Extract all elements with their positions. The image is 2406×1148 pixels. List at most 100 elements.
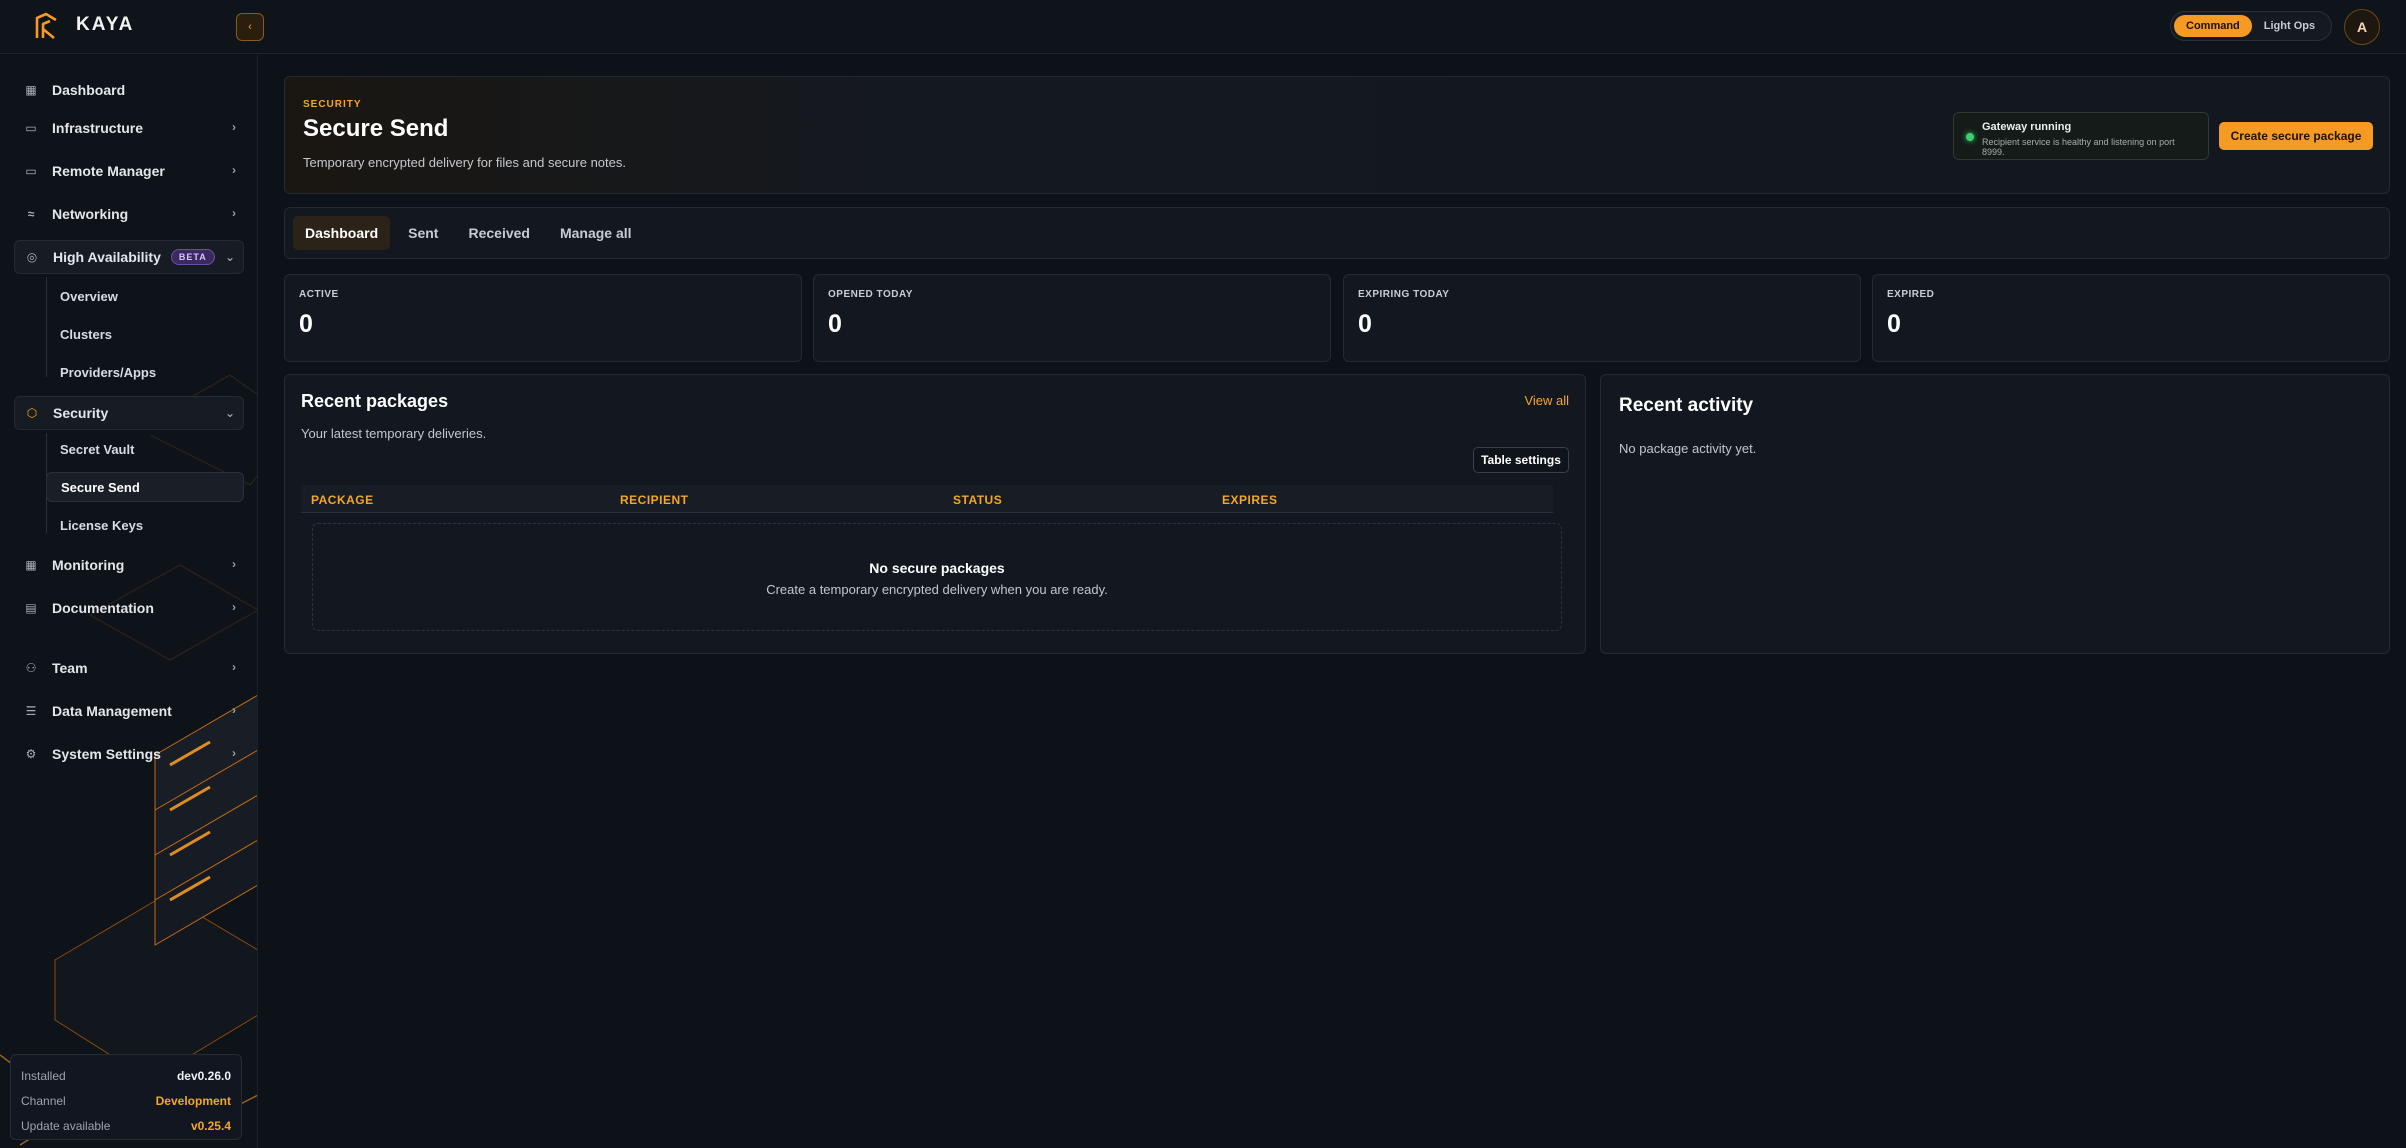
user-avatar[interactable]: A bbox=[2344, 9, 2380, 45]
sidebar-item-dashboard[interactable]: ▦ Dashboard bbox=[14, 73, 244, 107]
document-icon: ▤ bbox=[25, 601, 37, 615]
stat-label: OPENED TODAY bbox=[828, 289, 913, 300]
sidebar-item-infrastructure[interactable]: ▭ Infrastructure › bbox=[14, 111, 244, 145]
top-bar: KAYA ‹ Command Light Ops A bbox=[0, 0, 2406, 54]
stat-card-active: ACTIVE 0 bbox=[284, 274, 802, 362]
kaya-logo-icon bbox=[35, 12, 57, 40]
stat-value: 0 bbox=[828, 310, 842, 338]
shield-icon: ⬡ bbox=[26, 406, 38, 420]
tab-manage-all[interactable]: Manage all bbox=[548, 216, 644, 250]
channel-value: Development bbox=[155, 1093, 231, 1108]
stat-label: EXPIRED bbox=[1887, 289, 1935, 300]
recent-packages-panel: Recent packages View all Your latest tem… bbox=[284, 374, 1586, 654]
sidebar-item-team[interactable]: ⚇ Team › bbox=[14, 651, 244, 685]
installed-label: Installed bbox=[21, 1068, 66, 1083]
wifi-icon: ≈ bbox=[27, 207, 35, 221]
tab-dashboard[interactable]: Dashboard bbox=[293, 216, 391, 250]
mode-toggle[interactable]: Command Light Ops bbox=[2170, 11, 2332, 41]
sidebar-item-monitoring[interactable]: ▦ Monitoring › bbox=[14, 548, 244, 582]
sidebar-sub-license-keys[interactable]: License Keys bbox=[46, 510, 244, 540]
chevron-right-icon: › bbox=[232, 703, 236, 717]
sidebar: ▦ Dashboard ▭ Infrastructure › ▭ Remote … bbox=[0, 55, 258, 1148]
gateway-status-detail: Recipient service is healthy and listeni… bbox=[1982, 137, 2175, 157]
recent-activity-panel: Recent activity No package activity yet. bbox=[1600, 374, 2390, 654]
sidebar-sub-overview[interactable]: Overview bbox=[46, 281, 244, 311]
mode-light-ops-button[interactable]: Light Ops bbox=[2252, 15, 2327, 37]
sidebar-sub-secure-send[interactable]: Secure Send bbox=[46, 472, 244, 502]
sidebar-item-label: System Settings bbox=[52, 746, 161, 762]
screen-icon: ▭ bbox=[25, 164, 37, 178]
empty-state-title: No secure packages bbox=[869, 560, 1005, 576]
users-icon: ⚇ bbox=[25, 661, 37, 675]
sidebar-item-security[interactable]: ⬡ Security ⌄ bbox=[14, 396, 244, 430]
create-secure-package-button[interactable]: Create secure package bbox=[2219, 122, 2373, 150]
stat-card-expired: EXPIRED 0 bbox=[1872, 274, 2390, 362]
version-info: Installed dev0.26.0 Channel Development Up… bbox=[10, 1054, 242, 1140]
table-settings-button[interactable]: Table settings bbox=[1473, 447, 1569, 473]
sidebar-sub-providers-apps[interactable]: Providers/Apps bbox=[46, 357, 244, 387]
channel-label: Channel bbox=[21, 1093, 66, 1108]
gateway-status-title: Gateway running bbox=[1982, 121, 2072, 133]
empty-state: No secure packages Create a temporary en… bbox=[312, 523, 1562, 631]
sidebar-item-system-settings[interactable]: ⚙ System Settings › bbox=[14, 737, 244, 771]
sidebar-sub-secret-vault[interactable]: Secret Vault bbox=[46, 434, 244, 464]
dashboard-icon: ▦ bbox=[25, 558, 37, 572]
sidebar-item-label: Infrastructure bbox=[52, 120, 144, 136]
mode-command-button[interactable]: Command bbox=[2174, 15, 2252, 37]
column-header-recipient[interactable]: RECIPIENT bbox=[620, 493, 689, 507]
sidebar-item-label: High Availability bbox=[53, 249, 161, 265]
sidebar-sub-clusters[interactable]: Clusters bbox=[46, 319, 244, 349]
page-title: Secure Send bbox=[303, 115, 449, 142]
status-dot-icon bbox=[1966, 133, 1974, 141]
empty-state-message: Create a temporary encrypted delivery wh… bbox=[766, 582, 1108, 597]
sidebar-item-documentation[interactable]: ▤ Documentation › bbox=[14, 591, 244, 625]
chevron-right-icon: › bbox=[232, 746, 236, 760]
tab-bar: Dashboard Sent Received Manage all bbox=[284, 207, 2390, 259]
page-description: Temporary encrypted delivery for files a… bbox=[303, 155, 626, 170]
update-label: Update available bbox=[21, 1118, 111, 1133]
stat-card-opened-today: OPENED TODAY 0 bbox=[813, 274, 1331, 362]
recent-activity-title: Recent activity bbox=[1619, 395, 1754, 416]
stat-value: 0 bbox=[299, 310, 313, 338]
column-header-package[interactable]: PACKAGE bbox=[311, 493, 374, 507]
column-header-status[interactable]: STATUS bbox=[953, 493, 1002, 507]
chevron-right-icon: › bbox=[232, 120, 236, 134]
tab-received[interactable]: Received bbox=[456, 216, 541, 250]
sidebar-item-label: Remote Manager bbox=[52, 163, 165, 179]
sidebar-item-label: Networking bbox=[52, 206, 129, 222]
sidebar-item-networking[interactable]: ≈ Networking › bbox=[14, 197, 244, 231]
gateway-status: Gateway running Recipient service is hea… bbox=[1953, 112, 2209, 160]
view-all-link[interactable]: View all bbox=[1524, 393, 1569, 408]
sidebar-item-high-availability[interactable]: ◎ High Availability BETA ⌄ bbox=[14, 240, 244, 274]
page-eyebrow: SECURITY bbox=[303, 99, 362, 110]
sidebar-item-label: Dashboard bbox=[52, 82, 126, 98]
chevron-right-icon: › bbox=[232, 206, 236, 220]
chevron-right-icon: › bbox=[232, 557, 236, 571]
sidebar-item-label: Security bbox=[53, 405, 109, 421]
stat-label: EXPIRING TODAY bbox=[1358, 289, 1450, 300]
chevron-right-icon: › bbox=[232, 660, 236, 674]
database-icon: ☰ bbox=[25, 704, 37, 718]
stat-card-expiring-today: EXPIRING TODAY 0 bbox=[1343, 274, 1861, 362]
sidebar-item-data-management[interactable]: ☰ Data Management › bbox=[14, 694, 244, 728]
chevron-left-icon: ‹ bbox=[248, 21, 252, 33]
globe-icon: ◎ bbox=[26, 250, 38, 264]
tab-sent[interactable]: Sent bbox=[396, 216, 450, 250]
chevron-right-icon: › bbox=[232, 163, 236, 177]
sidebar-collapse-button[interactable]: ‹ bbox=[236, 13, 264, 41]
beta-badge: BETA bbox=[170, 249, 215, 265]
recent-packages-subtitle: Your latest temporary deliveries. bbox=[301, 426, 487, 441]
recent-activity-empty: No package activity yet. bbox=[1619, 441, 1757, 456]
installed-value: dev0.26.0 bbox=[176, 1068, 231, 1083]
update-value[interactable]: v0.25.4 bbox=[191, 1119, 231, 1133]
page-header: SECURITY Secure Send Temporary encrypted… bbox=[284, 76, 2390, 194]
stat-value: 0 bbox=[1887, 310, 1901, 338]
column-header-expires[interactable]: EXPIRES bbox=[1222, 493, 1278, 507]
chevron-down-icon: ⌄ bbox=[224, 406, 235, 420]
sidebar-item-remote-manager[interactable]: ▭ Remote Manager › bbox=[14, 154, 244, 188]
monitor-icon: ▭ bbox=[25, 121, 37, 135]
stat-value: 0 bbox=[1358, 310, 1372, 338]
chevron-down-icon: ⌄ bbox=[224, 250, 235, 264]
sidebar-item-label: Data Management bbox=[52, 703, 172, 719]
recent-packages-title: Recent packages bbox=[301, 391, 449, 411]
